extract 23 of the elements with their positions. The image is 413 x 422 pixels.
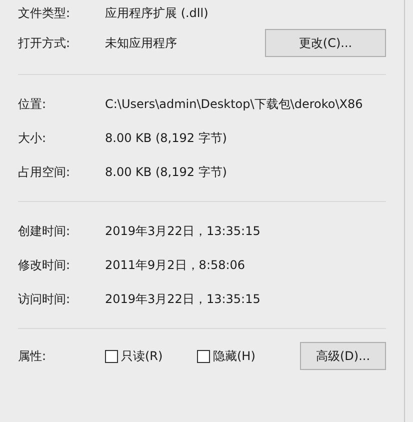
field-label: 大小: xyxy=(18,130,48,147)
change-button[interactable]: 更改(C)... xyxy=(265,29,386,57)
field-value: C:\Users\admin\Desktop\下载包\deroko\X86 xyxy=(105,96,363,113)
checkbox-label: 隐藏(H) xyxy=(213,348,256,365)
field-value: 2011年9月2日，8:58:06 xyxy=(105,257,246,274)
field-label: 占用空间: xyxy=(18,164,72,181)
field-label: 文件类型: xyxy=(18,5,72,22)
advanced-button[interactable]: 高级(D)... xyxy=(300,342,386,370)
field-value: 未知应用程序 xyxy=(105,35,177,52)
field-value: 2019年3月22日，13:35:15 xyxy=(105,291,260,308)
field-value: 应用程序扩展 (.dll) xyxy=(105,5,208,22)
field-label: 创建时间: xyxy=(18,223,72,240)
checkbox[interactable] xyxy=(197,350,210,362)
field-label: 打开方式: xyxy=(18,35,72,52)
field-label: 位置: xyxy=(18,96,48,113)
field-value: 8.00 KB (8,192 字节) xyxy=(105,164,227,181)
checkbox[interactable] xyxy=(105,350,118,362)
checkbox-label: 只读(R) xyxy=(121,348,163,365)
field-label: 访问时间: xyxy=(18,291,72,308)
field-value: 2019年3月22日，13:35:15 xyxy=(105,223,260,240)
field-value: 8.00 KB (8,192 字节) xyxy=(105,130,227,147)
field-label: 属性: xyxy=(18,348,48,365)
field-label: 修改时间: xyxy=(18,257,72,274)
